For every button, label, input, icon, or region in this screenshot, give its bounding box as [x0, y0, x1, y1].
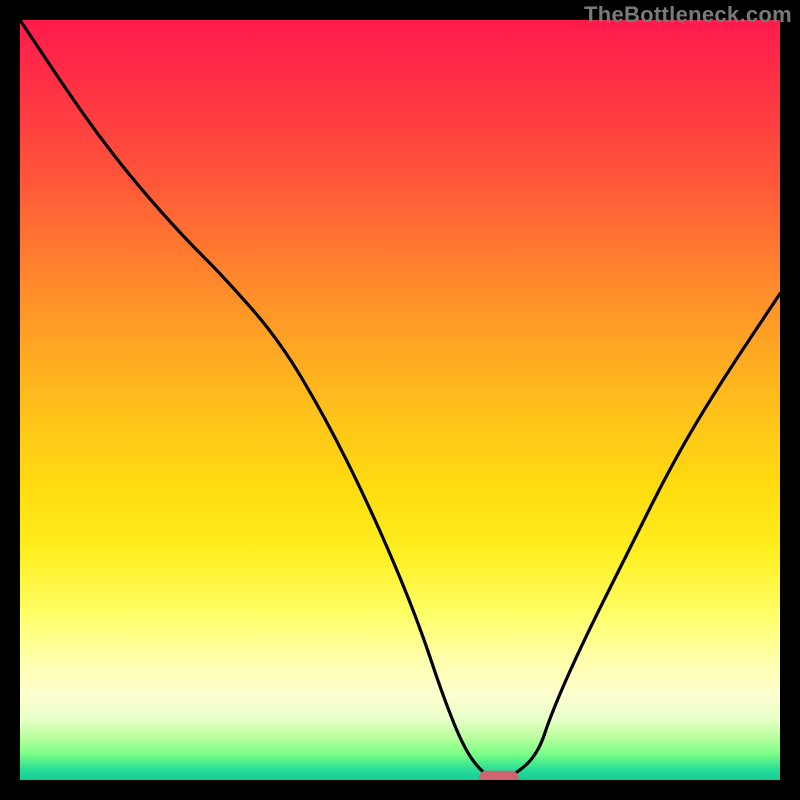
- chart-frame: TheBottleneck.com: [0, 0, 800, 800]
- plot-svg: [20, 20, 780, 780]
- watermark-text: TheBottleneck.com: [584, 2, 792, 28]
- bottleneck-curve: [20, 20, 780, 780]
- optimal-marker: [479, 771, 519, 780]
